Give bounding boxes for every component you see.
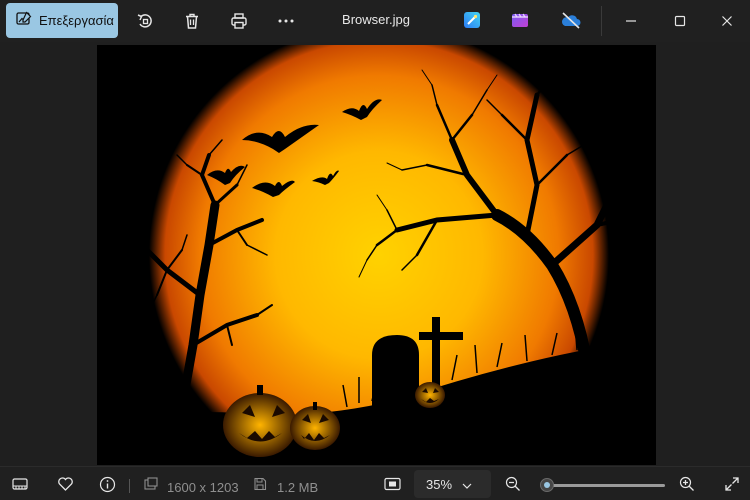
- title-bar-divider: [601, 6, 602, 36]
- clipchamp-app-icon[interactable]: [511, 11, 531, 31]
- zoom-slider[interactable]: [540, 478, 665, 492]
- zoom-level-value: 35%: [426, 476, 453, 492]
- close-icon[interactable]: [716, 10, 738, 32]
- onedrive-off-icon[interactable]: [560, 11, 581, 31]
- zoom-slider-thumb[interactable]: [540, 478, 555, 492]
- rotate-icon[interactable]: [134, 10, 156, 32]
- image-dimensions-icon: [142, 475, 160, 493]
- filmstrip-icon[interactable]: [11, 475, 29, 493]
- edit-button-label: Επεξεργασία: [39, 13, 114, 28]
- zoom-out-icon[interactable]: [504, 475, 522, 493]
- minimize-icon[interactable]: [620, 10, 642, 32]
- zoom-in-icon[interactable]: [678, 475, 696, 493]
- zoom-level-dropdown[interactable]: 35%: [414, 470, 491, 498]
- chevron-down-icon: [462, 477, 472, 492]
- image-dimensions: 1600 x 1203: [167, 480, 239, 495]
- file-title: Browser.jpg: [342, 12, 410, 27]
- title-bar: Επεξεργασία Browser.jpg: [0, 0, 750, 42]
- more-icon[interactable]: [275, 10, 297, 32]
- file-size: 1.2 MB: [277, 480, 319, 495]
- status-bar: 1600 x 1203 1.2 MB 35%: [0, 466, 750, 500]
- file-size-icon: [251, 475, 269, 493]
- info-icon[interactable]: [98, 475, 116, 493]
- edit-button[interactable]: Επεξεργασία: [6, 3, 118, 38]
- trash-icon[interactable]: [181, 10, 203, 32]
- edit-photo-icon: [16, 11, 32, 30]
- halloween-photo[interactable]: [97, 45, 656, 465]
- maximize-icon[interactable]: [669, 10, 691, 32]
- fit-to-window-icon[interactable]: [383, 475, 401, 493]
- tombstone: [372, 335, 419, 410]
- printer-icon[interactable]: [228, 10, 250, 32]
- favorite-heart-icon[interactable]: [56, 475, 74, 493]
- status-divider: [129, 479, 130, 493]
- designer-app-icon[interactable]: [463, 11, 483, 31]
- full-screen-icon[interactable]: [723, 475, 741, 493]
